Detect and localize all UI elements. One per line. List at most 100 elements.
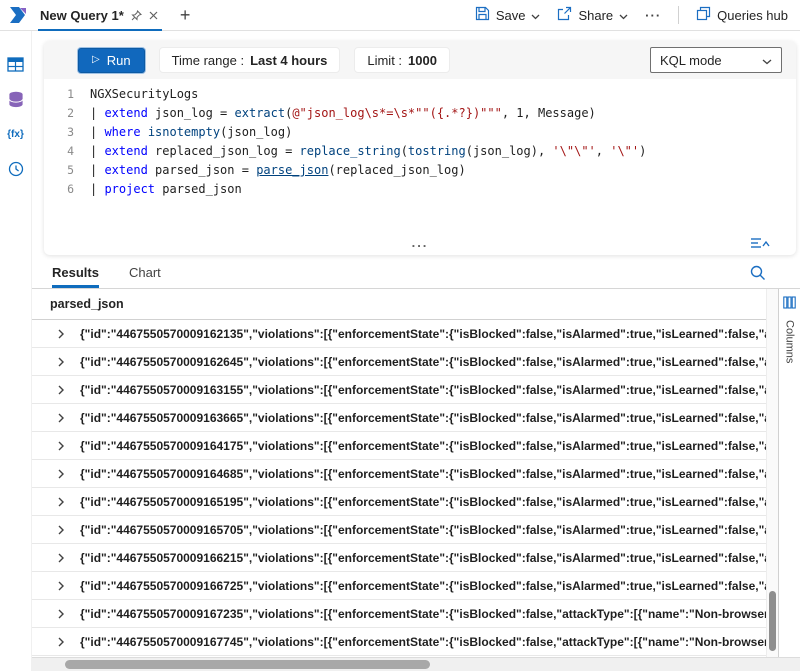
run-button[interactable]: ▷ Run — [78, 48, 145, 73]
row-expand-chevron-icon[interactable] — [56, 329, 66, 339]
pin-icon[interactable] — [131, 10, 142, 21]
code-token: (json_log) — [220, 125, 292, 139]
row-json-text: {"id":"4467550570009165705","violations"… — [80, 523, 766, 537]
code-token: ( — [401, 144, 408, 158]
table-row[interactable]: {"id":"4467550570009164685","violations"… — [32, 460, 766, 488]
horizontal-scrollbar-thumb[interactable] — [65, 660, 430, 669]
code-token: , 1, Message) — [502, 106, 596, 120]
vertical-scrollbar-thumb[interactable] — [769, 591, 776, 651]
grid-rows: {"id":"4467550570009162135","violations"… — [32, 320, 766, 657]
line-number: 5 — [44, 161, 90, 180]
line-number: 2 — [44, 104, 90, 123]
line-number-gutter: 123456 — [44, 85, 90, 237]
tab-results[interactable]: Results — [52, 265, 99, 288]
limit-picker[interactable]: Limit : 1000 — [354, 47, 450, 73]
table-row[interactable]: {"id":"4467550570009165195","violations"… — [32, 488, 766, 516]
results-header: Results Chart — [32, 255, 800, 289]
code-line[interactable]: | extend parsed_json = parse_json(replac… — [90, 161, 796, 180]
row-json-text: {"id":"4467550570009167745","violations"… — [80, 635, 766, 649]
tab-chart[interactable]: Chart — [129, 265, 161, 288]
chevron-down-icon — [531, 8, 540, 23]
code-token: , — [596, 144, 610, 158]
row-json-text: {"id":"4467550570009167235","violations"… — [80, 607, 766, 621]
row-expand-chevron-icon[interactable] — [56, 357, 66, 367]
database-icon[interactable] — [7, 90, 25, 108]
app-logo-icon — [8, 5, 28, 25]
app-window: New Query 1* + Save Share ··· — [0, 0, 800, 671]
table-row[interactable]: {"id":"4467550570009166725","violations"… — [32, 572, 766, 600]
code-token: | — [90, 163, 104, 177]
query-history-icon[interactable] — [7, 160, 25, 178]
row-expand-chevron-icon[interactable] — [56, 469, 66, 479]
kql-mode-dropdown[interactable]: KQL mode — [650, 47, 782, 73]
close-tab-icon[interactable] — [149, 11, 158, 20]
table-row[interactable]: {"id":"4467550570009165705","violations"… — [32, 516, 766, 544]
table-row[interactable]: {"id":"4467550570009163155","violations"… — [32, 376, 766, 404]
row-json-text: {"id":"4467550570009164175","violations"… — [80, 439, 766, 453]
row-expand-chevron-icon[interactable] — [56, 553, 66, 563]
play-icon: ▷ — [92, 55, 100, 65]
code-line[interactable]: | extend replaced_json_log = replace_str… — [90, 142, 796, 161]
code-token: tostring — [408, 144, 466, 158]
functions-icon[interactable]: {fx} — [7, 125, 25, 143]
queries-hub-button[interactable]: Queries hub — [696, 6, 788, 24]
save-icon — [475, 6, 490, 24]
splitter-handle[interactable]: ... — [412, 235, 429, 250]
code-token: parse_json — [256, 163, 328, 177]
new-tab-button[interactable]: + — [180, 6, 191, 24]
row-expand-chevron-icon[interactable] — [56, 637, 66, 647]
results-grid: parsed_json {"id":"4467550570009162135",… — [32, 289, 766, 657]
collapse-editor-button[interactable] — [750, 237, 770, 250]
row-json-text: {"id":"4467550570009165195","violations"… — [80, 495, 766, 509]
tab-new-query[interactable]: New Query 1* — [38, 0, 168, 30]
save-label: Save — [496, 8, 526, 23]
code-token: extract — [235, 106, 286, 120]
line-number: 1 — [44, 85, 90, 104]
code-line[interactable]: | where isnotempty(json_log) — [90, 123, 796, 142]
columns-icon — [783, 296, 796, 312]
table-row[interactable]: {"id":"4467550570009167235","violations"… — [32, 600, 766, 628]
table-row[interactable]: {"id":"4467550570009162645","violations"… — [32, 348, 766, 376]
code-area[interactable]: NGXSecurityLogs| extend json_log = extra… — [90, 85, 796, 237]
limit-label: Limit : — [367, 53, 402, 68]
horizontal-scrollbar[interactable] — [32, 657, 800, 671]
table-row[interactable]: {"id":"4467550570009167745","violations"… — [32, 628, 766, 656]
save-button[interactable]: Save — [475, 6, 541, 24]
time-range-value: Last 4 hours — [250, 53, 327, 68]
row-expand-chevron-icon[interactable] — [56, 385, 66, 395]
queries-hub-label: Queries hub — [717, 8, 788, 23]
more-button[interactable]: ··· — [645, 8, 661, 23]
row-expand-chevron-icon[interactable] — [56, 441, 66, 451]
results-grid-wrap: parsed_json {"id":"4467550570009162135",… — [32, 289, 800, 657]
row-expand-chevron-icon[interactable] — [56, 413, 66, 423]
code-line[interactable]: NGXSecurityLogs — [90, 85, 796, 104]
code-token: | — [90, 125, 104, 139]
share-button[interactable]: Share — [557, 6, 628, 24]
code-line[interactable]: | project parsed_json — [90, 180, 796, 199]
row-expand-chevron-icon[interactable] — [56, 609, 66, 619]
code-token: | — [90, 182, 104, 196]
row-expand-chevron-icon[interactable] — [56, 525, 66, 535]
row-expand-chevron-icon[interactable] — [56, 581, 66, 591]
table-row[interactable]: {"id":"4467550570009162135","violations"… — [32, 320, 766, 348]
columns-panel-collapsed[interactable]: Columns — [778, 289, 800, 657]
table-row[interactable]: {"id":"4467550570009166215","violations"… — [32, 544, 766, 572]
table-row[interactable]: {"id":"4467550570009163665","violations"… — [32, 404, 766, 432]
column-header-parsed-json[interactable]: parsed_json — [32, 289, 766, 320]
row-expand-chevron-icon[interactable] — [56, 497, 66, 507]
query-editor[interactable]: 123456 NGXSecurityLogs| extend json_log … — [44, 79, 796, 237]
top-bar: New Query 1* + Save Share ··· — [0, 0, 800, 31]
code-token: | — [90, 144, 104, 158]
search-icon[interactable] — [750, 265, 766, 281]
code-token: (replaced_json_log) — [328, 163, 465, 177]
time-range-picker[interactable]: Time range : Last 4 hours — [159, 47, 341, 73]
pane-splitter[interactable]: ... — [44, 237, 796, 255]
connections-table-icon[interactable] — [7, 55, 25, 73]
code-line[interactable]: | extend json_log = extract(@"json_log\s… — [90, 104, 796, 123]
code-token: (json_log), — [466, 144, 553, 158]
row-json-text: {"id":"4467550570009166725","violations"… — [80, 579, 766, 593]
table-row[interactable]: {"id":"4467550570009164175","violations"… — [32, 432, 766, 460]
vertical-scrollbar[interactable] — [766, 289, 778, 657]
tab-title: New Query 1* — [40, 8, 124, 23]
share-label: Share — [578, 8, 613, 23]
